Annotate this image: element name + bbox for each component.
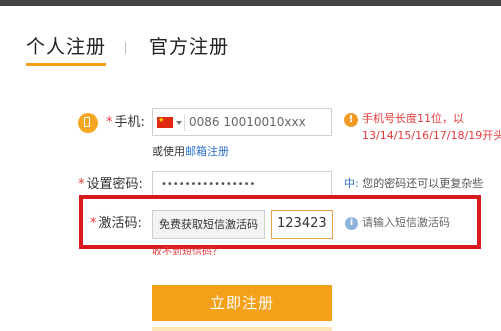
phone-label: * 手机: xyxy=(106,115,145,130)
country-separator xyxy=(184,114,185,131)
phone-value: 0086 10010010xxx xyxy=(189,115,306,129)
china-flag-icon[interactable] xyxy=(157,114,173,128)
activation-code-tip: 请输入短信激活码 xyxy=(362,216,450,229)
bottom-accent xyxy=(152,327,332,331)
password-strength-tip: 中: 您的密码还可以更复杂些 xyxy=(344,177,484,190)
activation-code-input[interactable]: 123423 xyxy=(271,210,333,239)
chevron-down-icon[interactable] xyxy=(176,121,182,125)
info-icon: i xyxy=(345,217,358,230)
password-label: * 设置密码: xyxy=(78,177,143,192)
register-now-button[interactable]: 立即注册 xyxy=(152,285,332,321)
tab-official-registration[interactable]: 官方注册 xyxy=(149,34,229,60)
phone-error-tip: 手机号长度11位，以 13/14/15/16/17/18/19开头 xyxy=(362,112,501,142)
email-registration-link[interactable]: 邮箱注册 xyxy=(185,145,229,158)
activation-code-label: * 激活码: xyxy=(90,216,142,231)
phone-input[interactable]: 0086 10010010xxx xyxy=(152,108,332,136)
mobile-phone-icon xyxy=(78,113,98,133)
warning-icon: ! xyxy=(344,113,358,127)
code-not-received-link[interactable]: 收不到短信码？ xyxy=(152,247,222,255)
email-registration-hint: 或使用邮箱注册 xyxy=(152,145,229,158)
tab-personal-registration[interactable]: 个人注册 xyxy=(26,34,106,60)
top-bar xyxy=(0,0,501,6)
active-tab-underline xyxy=(26,63,106,66)
get-sms-code-button[interactable]: 免费获取短信激活码 xyxy=(152,210,265,239)
tab-divider xyxy=(125,42,126,54)
